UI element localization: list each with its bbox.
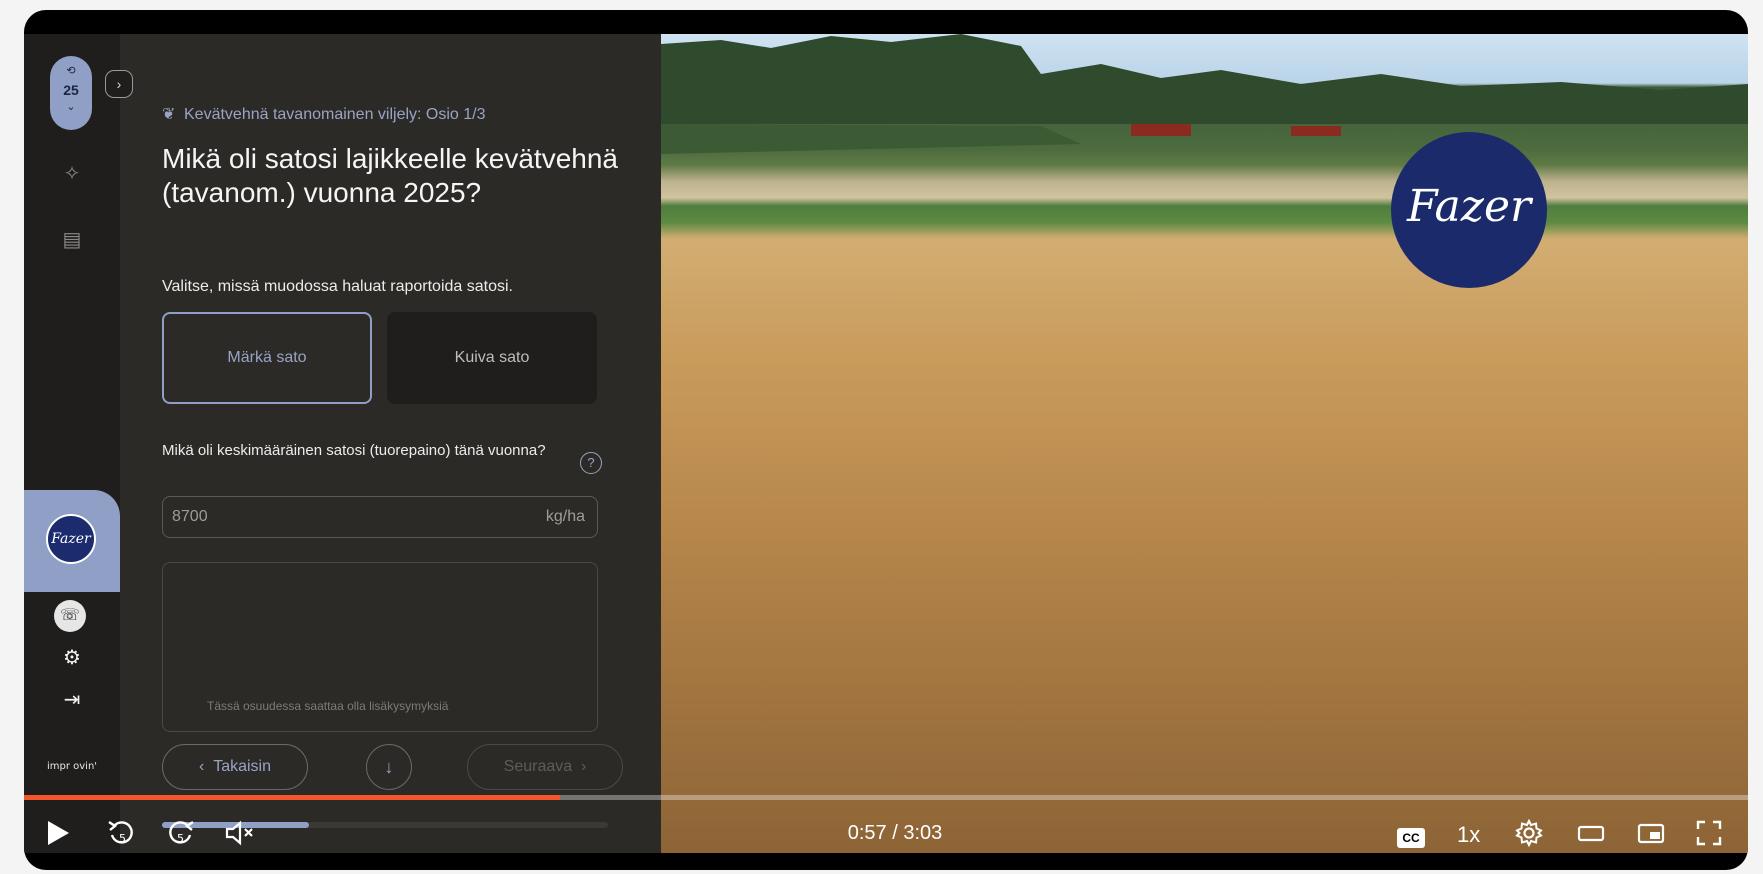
time-display: 0:57 / 3:03 bbox=[847, 822, 943, 844]
support-avatar-icon[interactable]: ☏ bbox=[54, 600, 86, 632]
logout-icon[interactable]: ⇥ bbox=[52, 682, 92, 718]
history-icon: ⟲ bbox=[66, 65, 76, 77]
option-wet-yield[interactable]: Märkä sato bbox=[162, 312, 372, 404]
section-breadcrumb: ❦ Kevätvehnä tavanomainen viljely: Osio 1… bbox=[162, 106, 486, 123]
document-icon[interactable]: ▤ bbox=[52, 220, 92, 260]
expand-sidebar-button[interactable]: › bbox=[105, 70, 133, 98]
back-button[interactable]: ‹ Takaisin bbox=[162, 744, 308, 790]
gear-icon[interactable]: ⚙ bbox=[52, 640, 92, 676]
fazer-logo-small: Fazer bbox=[46, 514, 96, 564]
yield-unit-label: kg/ha bbox=[545, 508, 585, 525]
yield-input-value: 8700 bbox=[172, 508, 208, 525]
wheat-icon: ❦ bbox=[162, 106, 176, 123]
fullscreen-icon[interactable] bbox=[1694, 818, 1724, 854]
video-player[interactable]: ⟲ 25 ⌄ ✧ ▤ Fazer ☏ ⚙ ⇥ impr ovin' › ❦ Kev… bbox=[24, 10, 1748, 870]
option-dry-yield[interactable]: Kuiva sato bbox=[387, 312, 597, 404]
info-box: Tässä osuudessa saattaa olla lisäkysymyk… bbox=[162, 562, 598, 732]
brand-tab[interactable]: Fazer bbox=[24, 490, 120, 592]
yield-question-label: Mikä oli keskimääräinen satosi (tuorepai… bbox=[162, 442, 546, 459]
treeline bbox=[661, 34, 1748, 154]
seek-bar[interactable] bbox=[24, 795, 1748, 800]
gear-icon[interactable] bbox=[1514, 818, 1544, 854]
counter-value: 25 bbox=[63, 82, 79, 98]
play-icon[interactable] bbox=[44, 818, 72, 854]
rewind-5-icon[interactable]: 5 bbox=[106, 818, 136, 854]
seek-bar-played bbox=[24, 795, 561, 800]
scroll-down-button[interactable]: ↓ bbox=[366, 744, 412, 790]
volume-muted-icon[interactable] bbox=[224, 818, 256, 854]
info-text: Tässä osuudessa saattaa olla lisäkysymyk… bbox=[207, 699, 449, 713]
help-icon[interactable]: ? bbox=[580, 452, 602, 474]
yield-input[interactable]: 8700 kg/ha bbox=[162, 496, 598, 538]
counter-pill[interactable]: ⟲ 25 ⌄ bbox=[50, 56, 92, 130]
svg-text:5: 5 bbox=[177, 832, 184, 845]
fazer-overlay-logo: Fazer bbox=[1391, 132, 1547, 288]
question-subtitle: Valitse, missä muodossa haluat raportoid… bbox=[162, 278, 513, 295]
next-button[interactable]: Seuraava › bbox=[467, 744, 623, 790]
playback-speed-button[interactable]: 1x bbox=[1457, 822, 1480, 848]
chevron-down-icon: ⌄ bbox=[66, 101, 76, 113]
theater-mode-icon[interactable] bbox=[1576, 818, 1606, 854]
impr-logo: impr ovin' bbox=[46, 761, 98, 772]
svg-text:5: 5 bbox=[119, 832, 126, 845]
captions-button[interactable]: CC bbox=[1397, 828, 1425, 848]
app-screen: ⟲ 25 ⌄ ✧ ▤ Fazer ☏ ⚙ ⇥ impr ovin' › ❦ Kev… bbox=[24, 34, 661, 853]
side-rail: ⟲ 25 ⌄ ✧ ▤ Fazer ☏ ⚙ ⇥ impr ovin' bbox=[24, 34, 120, 853]
sparkle-icon[interactable]: ✧ bbox=[52, 154, 92, 194]
miniplayer-icon[interactable] bbox=[1636, 818, 1666, 854]
question-title: Mikä oli satosi lajikkeelle kevätvehnä (… bbox=[162, 143, 618, 208]
video-frame-wheat-field: Fazer bbox=[661, 34, 1748, 853]
forward-5-icon[interactable]: 5 bbox=[166, 818, 196, 854]
